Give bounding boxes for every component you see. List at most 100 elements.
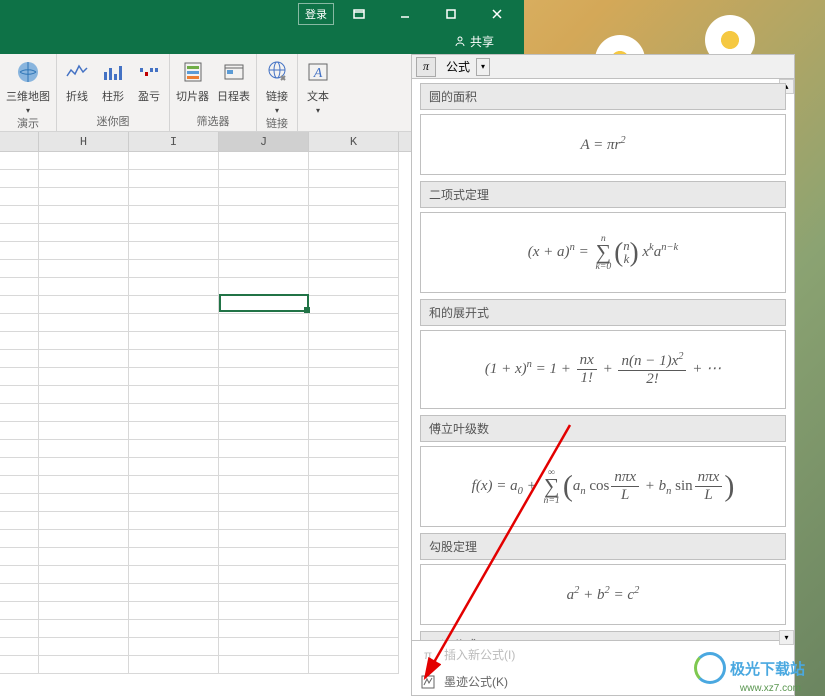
grid-cell[interactable] (0, 602, 39, 620)
grid-cell[interactable] (0, 278, 39, 296)
dropdown-arrow-icon[interactable]: ▾ (476, 58, 490, 76)
grid-cell[interactable] (309, 584, 399, 602)
grid-cell[interactable] (219, 656, 309, 674)
minimize-button[interactable] (384, 3, 426, 25)
grid-cell[interactable] (39, 620, 129, 638)
grid-cell[interactable] (219, 260, 309, 278)
grid-cell[interactable] (309, 278, 399, 296)
ribbon-3d-map[interactable]: 三维地图 ▾ (6, 58, 50, 115)
grid-cell[interactable] (309, 188, 399, 206)
grid-cell[interactable] (219, 530, 309, 548)
grid-cell[interactable] (0, 386, 39, 404)
close-button[interactable] (476, 3, 518, 25)
grid-cell[interactable] (219, 386, 309, 404)
grid-cell[interactable] (39, 386, 129, 404)
grid-cell[interactable] (129, 152, 219, 170)
grid-cell[interactable] (39, 314, 129, 332)
grid-cell[interactable] (129, 458, 219, 476)
grid-cell[interactable] (219, 224, 309, 242)
grid-cell[interactable] (0, 332, 39, 350)
grid-cell[interactable] (39, 224, 129, 242)
grid-cell[interactable] (219, 512, 309, 530)
grid-cell[interactable] (39, 278, 129, 296)
grid-cell[interactable] (39, 584, 129, 602)
grid-cell[interactable] (39, 458, 129, 476)
grid-cell[interactable] (129, 296, 219, 314)
grid-cell[interactable] (219, 314, 309, 332)
equation-item-quadratic[interactable]: 二次公式 (420, 631, 786, 640)
grid-cell[interactable] (39, 260, 129, 278)
grid-cell[interactable] (129, 386, 219, 404)
grid-cell[interactable] (0, 566, 39, 584)
grid-cell[interactable] (39, 332, 129, 350)
grid-cell[interactable] (309, 476, 399, 494)
grid-cell[interactable] (129, 206, 219, 224)
grid-cell[interactable] (39, 494, 129, 512)
grid-cell[interactable] (129, 512, 219, 530)
grid-cell[interactable] (0, 512, 39, 530)
equation-item-circle-area[interactable]: 圆的面积 A = πr2 (420, 83, 786, 175)
grid-cell[interactable] (39, 602, 129, 620)
grid-cell[interactable] (129, 530, 219, 548)
column-header[interactable]: K (309, 132, 399, 151)
column-header[interactable] (0, 132, 39, 151)
equation-item-pythagorean[interactable]: 勾股定理 a2 + b2 = c2 (420, 533, 786, 625)
grid-cell[interactable] (39, 296, 129, 314)
grid-cell[interactable] (39, 152, 129, 170)
maximize-button[interactable] (430, 3, 472, 25)
grid-cell[interactable] (39, 530, 129, 548)
grid-cell[interactable] (219, 458, 309, 476)
grid-cell[interactable] (309, 314, 399, 332)
grid-cell[interactable] (129, 620, 219, 638)
grid-cell[interactable] (129, 602, 219, 620)
grid-cell[interactable] (219, 368, 309, 386)
grid-cell[interactable] (309, 404, 399, 422)
ribbon-hyperlink[interactable]: 链接 ▾ (263, 58, 291, 115)
grid-cell[interactable] (219, 188, 309, 206)
grid-cell[interactable] (309, 152, 399, 170)
grid-cell[interactable] (39, 638, 129, 656)
grid-cell[interactable] (219, 278, 309, 296)
grid-cell[interactable] (39, 548, 129, 566)
grid-cell[interactable] (309, 440, 399, 458)
grid-cell[interactable] (219, 602, 309, 620)
pi-icon[interactable]: π (416, 57, 436, 77)
grid-cell[interactable] (0, 152, 39, 170)
share-button[interactable]: 共享 (454, 33, 494, 50)
grid-cell[interactable] (309, 458, 399, 476)
column-header-selected[interactable]: J (219, 132, 309, 151)
grid-cell[interactable] (39, 242, 129, 260)
grid-cell[interactable] (0, 656, 39, 674)
grid-cell[interactable] (219, 206, 309, 224)
grid-cell[interactable] (0, 530, 39, 548)
grid-cell[interactable] (219, 494, 309, 512)
grid-cell[interactable] (39, 170, 129, 188)
grid-cell[interactable] (219, 440, 309, 458)
grid-cell[interactable] (129, 476, 219, 494)
grid-cell[interactable] (0, 404, 39, 422)
grid-cell[interactable] (129, 440, 219, 458)
grid-cell[interactable] (309, 170, 399, 188)
grid-cell[interactable] (309, 206, 399, 224)
grid-cell[interactable] (219, 566, 309, 584)
grid-cell[interactable] (129, 350, 219, 368)
grid-cell[interactable] (0, 458, 39, 476)
grid-cell[interactable] (0, 224, 39, 242)
ribbon-slicer[interactable]: 切片器 (176, 58, 209, 104)
grid-cell[interactable] (0, 368, 39, 386)
grid-cell[interactable] (39, 476, 129, 494)
grid-cell[interactable] (219, 404, 309, 422)
grid-cell[interactable] (219, 476, 309, 494)
grid-cell[interactable] (0, 494, 39, 512)
grid-cell[interactable] (39, 512, 129, 530)
grid-cell[interactable] (309, 260, 399, 278)
grid-cell[interactable] (0, 620, 39, 638)
grid-cell[interactable] (309, 296, 399, 314)
grid-cell[interactable] (0, 584, 39, 602)
grid-cell[interactable] (219, 584, 309, 602)
grid-cell[interactable] (129, 224, 219, 242)
grid-cell[interactable] (129, 548, 219, 566)
grid-cell[interactable] (129, 656, 219, 674)
grid-cell[interactable] (309, 566, 399, 584)
grid-cell[interactable] (309, 350, 399, 368)
